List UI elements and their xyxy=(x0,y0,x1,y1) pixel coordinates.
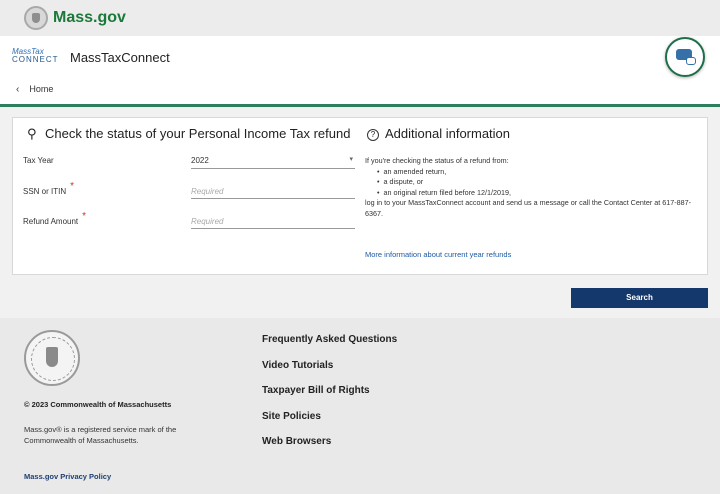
masstaxconnect-logo[interactable]: MassTax CONNECT xyxy=(12,48,59,64)
form-title: ⚲ Check the status of your Personal Incom… xyxy=(27,126,351,141)
list-item: an amended return, xyxy=(377,167,701,178)
commonwealth-seal-icon xyxy=(24,330,80,386)
state-seal-icon xyxy=(24,6,48,30)
video-tutorials-link[interactable]: Video Tutorials xyxy=(262,360,397,371)
header-divider xyxy=(0,104,720,107)
additional-info-text: If you're checking the status of a refun… xyxy=(365,156,701,219)
ssn-label: SSN or ITIN * xyxy=(23,181,75,196)
trademark-notice: Mass.gov® is a registered service mark o… xyxy=(24,425,177,445)
app-header: MassTax CONNECT MassTaxConnect ‹ Home xyxy=(0,36,720,104)
tax-year-row: Tax Year 2022 ▾ xyxy=(23,154,355,178)
refund-amount-label: Refund Amount * xyxy=(23,211,87,226)
additional-info-title: ? Additional information xyxy=(367,126,510,141)
breadcrumb-home[interactable]: Home xyxy=(29,84,53,94)
search-icon: ⚲ xyxy=(27,126,37,141)
refund-status-card: ⚲ Check the status of your Personal Incom… xyxy=(12,117,708,275)
taxpayer-bill-of-rights-link[interactable]: Taxpayer Bill of Rights xyxy=(262,385,397,396)
required-mark: * xyxy=(82,211,87,222)
chat-button[interactable] xyxy=(665,37,705,77)
refund-amount-input[interactable] xyxy=(191,214,355,229)
privacy-policy-link[interactable]: Mass.gov Privacy Policy xyxy=(24,472,111,481)
required-mark: * xyxy=(70,181,75,192)
refund-amount-row: Refund Amount * xyxy=(23,211,355,238)
list-item: a dispute, or xyxy=(377,177,701,188)
chevron-down-icon: ▾ xyxy=(349,156,353,163)
copyright: © 2023 Commonwealth of Massachusetts xyxy=(24,400,172,409)
search-button[interactable]: Search xyxy=(571,288,708,308)
mass-gov-home-link[interactable]: Mass.gov xyxy=(53,9,126,27)
breadcrumb[interactable]: ‹ Home xyxy=(16,84,53,95)
site-policies-link[interactable]: Site Policies xyxy=(262,411,397,422)
info-bullets: an amended return, a dispute, or an orig… xyxy=(365,167,701,199)
ssn-input[interactable] xyxy=(191,184,355,199)
web-browsers-link[interactable]: Web Browsers xyxy=(262,436,397,447)
ssn-row: SSN or ITIN * xyxy=(23,181,355,208)
footer-links: Frequently Asked Questions Video Tutoria… xyxy=(262,334,397,462)
footer: © 2023 Commonwealth of Massachusetts Mas… xyxy=(0,318,720,494)
tax-year-label: Tax Year xyxy=(23,156,54,165)
mass-gov-bar: Mass.gov xyxy=(0,0,720,36)
tax-year-select[interactable]: 2022 ▾ xyxy=(191,154,355,169)
question-circle-icon: ? xyxy=(367,129,379,141)
current-year-refunds-link[interactable]: More information about current year refu… xyxy=(365,250,511,259)
chevron-left-icon: ‹ xyxy=(16,84,20,95)
app-name: MassTaxConnect xyxy=(70,50,170,65)
faq-link[interactable]: Frequently Asked Questions xyxy=(262,334,397,345)
list-item: an original return filed before 12/1/201… xyxy=(377,188,701,199)
